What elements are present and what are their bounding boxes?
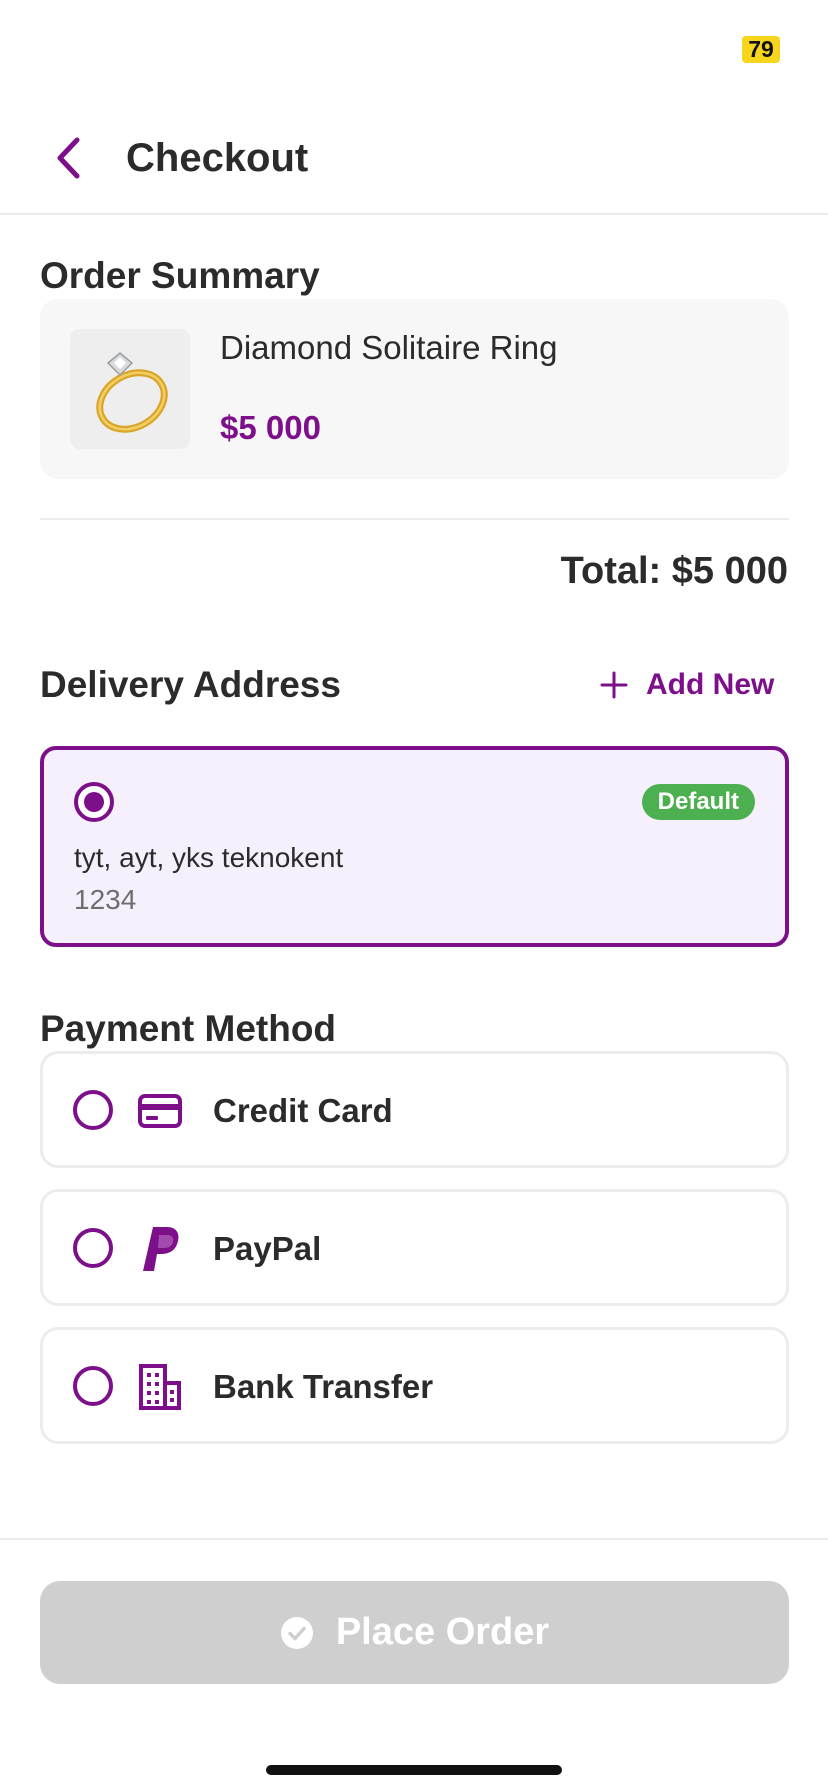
payment-radio[interactable]: [73, 1228, 113, 1268]
delivery-address-title: Delivery Address: [40, 664, 341, 705]
chevron-left-icon: [57, 137, 80, 179]
product-image: [70, 329, 190, 449]
address-card[interactable]: Default tyt, ayt, yks teknokent 1234: [40, 746, 789, 947]
payment-radio[interactable]: [73, 1366, 113, 1406]
order-item-card: Diamond Solitaire Ring $5 000: [40, 299, 789, 479]
order-total: Total: $5 000: [560, 550, 788, 592]
home-indicator: [266, 1765, 562, 1775]
credit-card-icon: [137, 1086, 183, 1136]
ring-icon: [70, 329, 190, 449]
status-badge: 79: [742, 36, 780, 63]
payment-option-credit-card[interactable]: Credit Card: [40, 1051, 789, 1168]
payment-label: PayPal: [213, 1230, 322, 1267]
footer-divider: [0, 1538, 828, 1540]
header: Checkout: [0, 100, 828, 215]
bank-icon: [137, 1362, 183, 1412]
page-title: Checkout: [126, 136, 309, 180]
paypal-icon: [137, 1224, 183, 1274]
add-new-address-button[interactable]: Add New: [600, 665, 774, 705]
address-radio[interactable]: [74, 782, 114, 822]
order-summary-title: Order Summary: [40, 255, 320, 296]
divider: [40, 518, 789, 520]
place-order-label: Place Order: [335, 1611, 550, 1653]
default-badge: Default: [641, 784, 755, 820]
payment-method-title: Payment Method: [40, 1008, 337, 1049]
payment-label: Credit Card: [213, 1092, 393, 1129]
plus-icon: [600, 671, 628, 699]
payment-option-bank-transfer[interactable]: Bank Transfer: [40, 1327, 789, 1444]
product-price: $5 000: [220, 409, 321, 446]
payment-label: Bank Transfer: [213, 1368, 434, 1405]
address-line: tyt, ayt, yks teknokent: [74, 842, 344, 873]
payment-option-paypal[interactable]: PayPal: [40, 1189, 789, 1306]
address-zip: 1234: [74, 884, 137, 915]
back-button[interactable]: [40, 130, 96, 186]
place-order-button[interactable]: Place Order: [40, 1581, 789, 1684]
check-circle-icon: [280, 1616, 313, 1649]
payment-radio[interactable]: [73, 1090, 113, 1130]
add-new-label: Add New: [646, 668, 775, 701]
product-name: Diamond Solitaire Ring: [220, 329, 558, 366]
